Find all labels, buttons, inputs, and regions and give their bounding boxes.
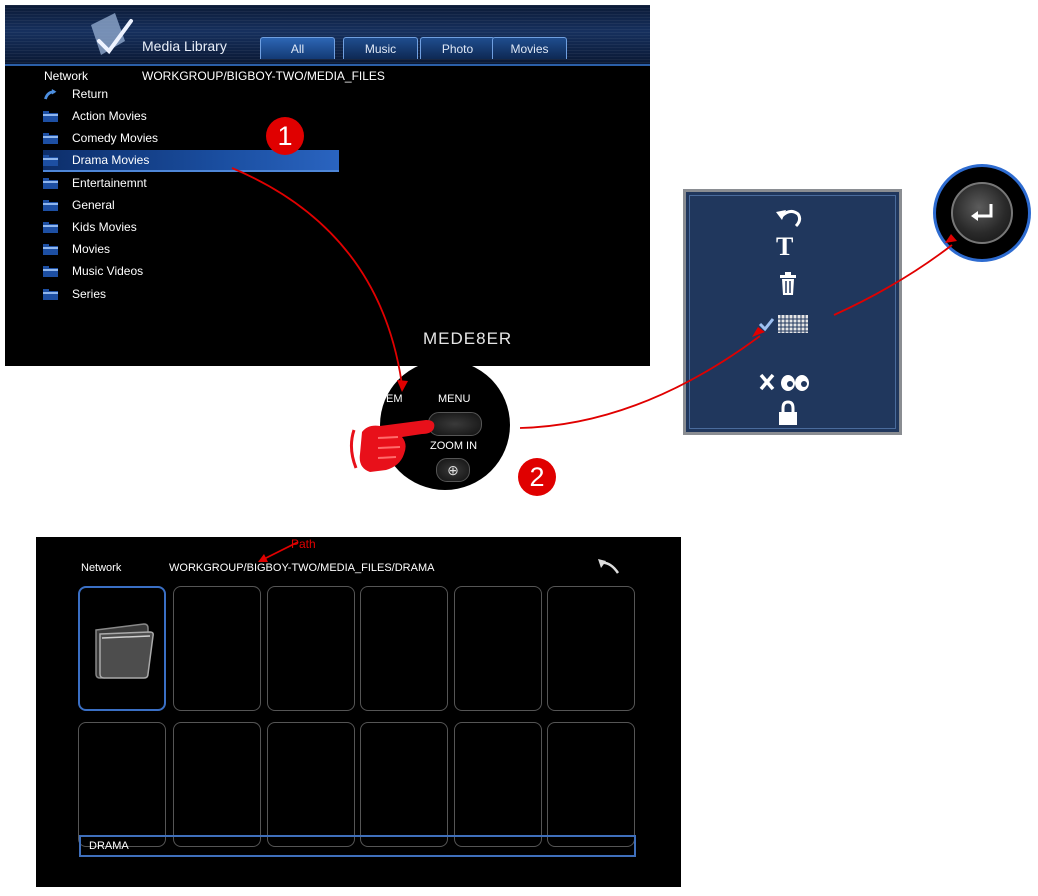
pointing-hand-icon <box>349 420 435 472</box>
enter-arrow-icon <box>971 204 993 221</box>
path-label: Network <box>81 562 122 574</box>
folder-icon <box>43 155 58 166</box>
undo-icon[interactable] <box>774 206 804 230</box>
folder-icon <box>43 266 58 277</box>
grid-cell[interactable] <box>454 586 542 711</box>
grid-cell[interactable] <box>173 722 261 847</box>
status-bar: DRAMA <box>79 835 636 857</box>
brand-logo: MEDE8ER <box>423 329 513 348</box>
list-item-label: Action Movies <box>72 109 147 123</box>
text-T-icon[interactable]: T <box>776 232 793 262</box>
folder-icon <box>43 244 58 255</box>
return-arrow-icon <box>44 89 57 100</box>
grid-cell[interactable] <box>360 586 448 711</box>
list-item-folder[interactable]: Series <box>43 284 343 306</box>
back-arrow-icon[interactable] <box>596 557 622 579</box>
list-item-label: Series <box>72 287 107 301</box>
grid-cell-folder-selected[interactable] <box>78 586 166 711</box>
remote-label-menu: MENU <box>438 393 471 405</box>
tab-all[interactable]: All <box>260 37 335 59</box>
enter-button[interactable] <box>951 182 1013 244</box>
list-item-label: General <box>72 198 115 212</box>
status-text: DRAMA <box>89 840 129 852</box>
list-item-label: Drama Movies <box>72 153 150 167</box>
list-item-label: Movies <box>72 242 111 256</box>
grid-cell[interactable] <box>360 722 448 847</box>
trash-icon[interactable] <box>779 272 797 296</box>
list-item-label: Return <box>72 87 109 101</box>
media-library-screen: Media Library All Music Photo Movies Net… <box>5 5 650 366</box>
check-grid-icon[interactable] <box>758 312 812 336</box>
grid-cell[interactable] <box>267 722 355 847</box>
list-item-folder[interactable]: General <box>43 195 343 217</box>
list-item-folder[interactable]: Entertainemnt <box>43 173 343 195</box>
tab-movies[interactable]: Movies <box>492 37 567 59</box>
list-item-label: Entertainemnt <box>72 176 147 190</box>
list-item-folder-selected[interactable]: Drama Movies <box>43 150 339 172</box>
list-item-label: Kids Movies <box>72 220 137 234</box>
options-panel: T <box>683 189 902 435</box>
tab-music[interactable]: Music <box>343 37 418 59</box>
grid-cell[interactable] <box>78 722 166 847</box>
media-library-logo-icon <box>91 13 133 55</box>
list-item-folder[interactable]: Music Videos <box>43 261 343 283</box>
folder-icon <box>95 623 154 679</box>
breadcrumb-path: WORKGROUP/BIGBOY-TWO/MEDIA_FILES <box>142 69 385 83</box>
folder-icon <box>43 200 58 211</box>
folder-icon <box>43 133 58 144</box>
tab-photo[interactable]: Photo <box>420 37 495 59</box>
grid-cell[interactable] <box>173 586 261 711</box>
folder-icon <box>43 111 58 122</box>
breadcrumb-path: WORKGROUP/BIGBOY-TWO/MEDIA_FILES/DRAMA <box>169 562 435 574</box>
list-item-label: Music Videos <box>72 264 144 278</box>
path-annotation: Path <box>291 537 316 551</box>
folder-view-screen: Path Network WORKGROUP/BIGBOY-TWO/MEDIA_… <box>36 537 681 887</box>
lock-icon[interactable] <box>778 400 798 426</box>
app-title: Media Library <box>142 38 227 54</box>
grid-cell[interactable] <box>547 586 635 711</box>
grid-cell[interactable] <box>267 586 355 711</box>
folder-icon <box>43 222 58 233</box>
remote-label-left: EM <box>386 393 403 405</box>
close-eyes-icon[interactable] <box>758 370 820 396</box>
grid-cell[interactable] <box>547 722 635 847</box>
list-item-folder[interactable]: Movies <box>43 239 343 261</box>
step-badge-1: 1 <box>266 117 304 155</box>
list-item-folder[interactable]: Kids Movies <box>43 217 343 239</box>
step-badge-2: 2 <box>518 458 556 496</box>
grid-cell[interactable] <box>454 722 542 847</box>
folder-icon <box>43 289 58 300</box>
list-item-label: Comedy Movies <box>72 131 159 145</box>
path-label: Network <box>44 69 89 83</box>
folder-icon <box>43 178 58 189</box>
list-item-return[interactable]: Return <box>43 84 343 106</box>
